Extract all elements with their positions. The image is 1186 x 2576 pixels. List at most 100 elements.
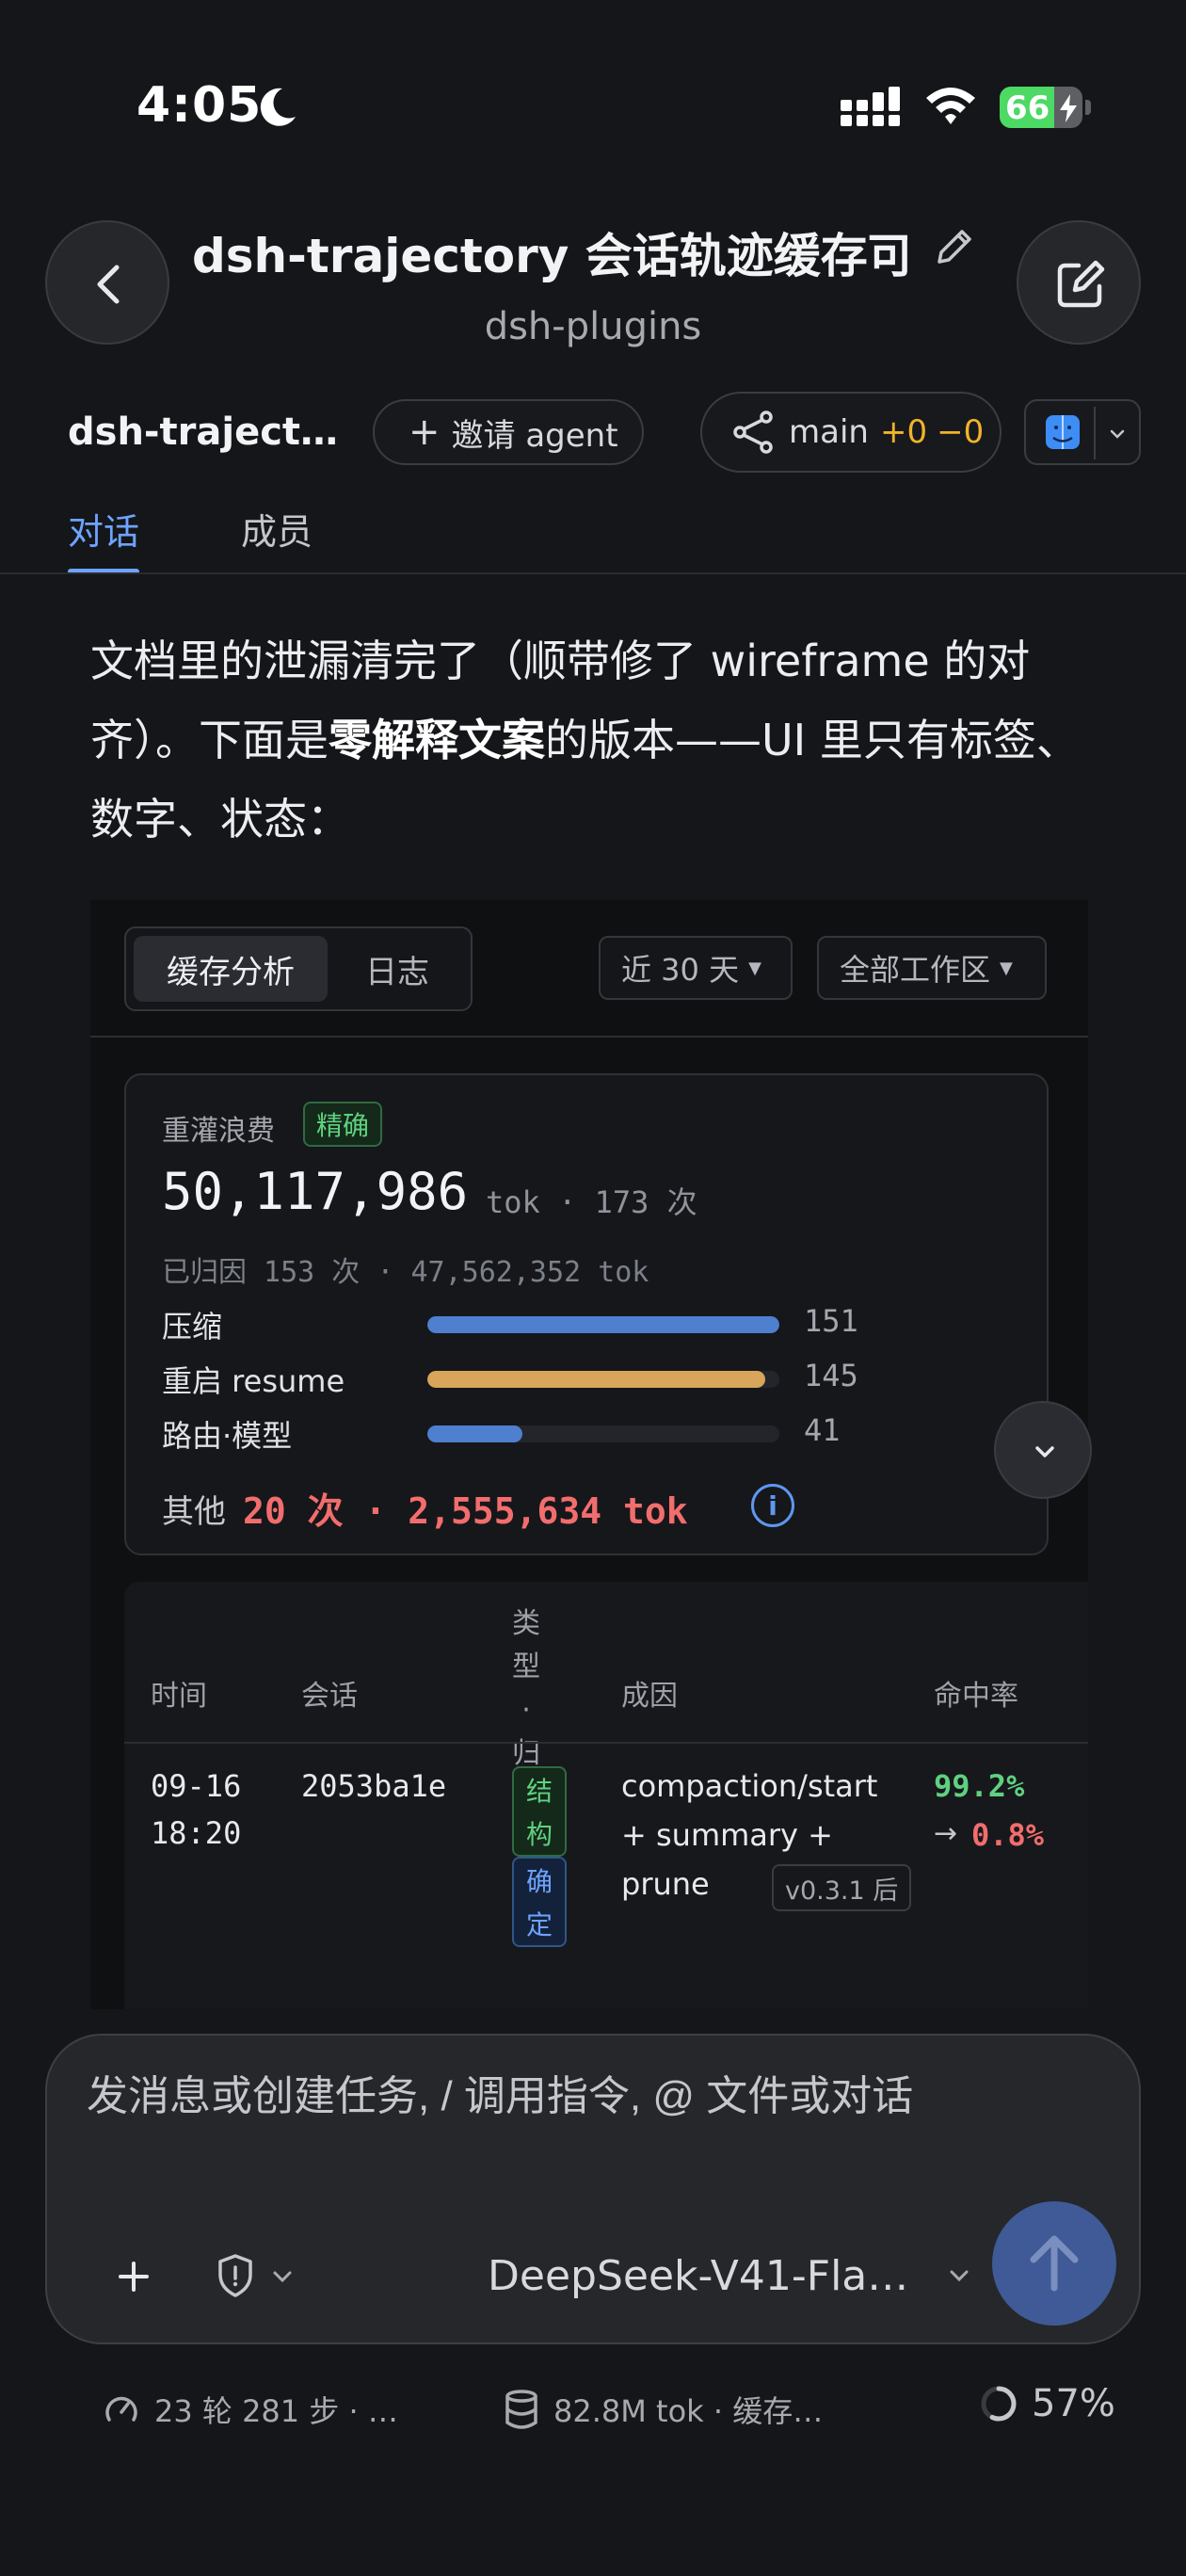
branch-button[interactable]: main +0 −0 — [700, 392, 1002, 473]
bar-track — [427, 1425, 779, 1442]
arrow-up-icon — [1030, 2235, 1079, 2292]
column-header-time: 时间 — [151, 1680, 207, 1713]
bar-label: 压缩 — [162, 1309, 223, 1344]
lines-added: +0 — [879, 413, 928, 451]
hit-rate-after: 0.8% — [971, 1817, 1045, 1853]
row-time: 18:20 — [151, 1815, 242, 1851]
card-label: 重灌浪费 — [162, 1115, 275, 1148]
segment-cache-analysis[interactable]: 缓存分析 — [134, 936, 328, 1002]
bar-fill — [427, 1371, 766, 1388]
cache-analysis-preview: 缓存分析 日志 近 30 天 ▼ 全部工作区 ▼ 重灌浪费 精确 50,117,… — [90, 900, 1088, 2009]
bar-label: 重启 resume — [162, 1363, 345, 1399]
range-dropdown[interactable]: 近 30 天 ▼ — [599, 936, 793, 1000]
add-attachment-button[interactable] — [107, 2250, 160, 2303]
shield-icon — [218, 2254, 252, 2297]
tabs-divider — [0, 572, 1186, 574]
events-table: 时间 会话 类型·归因 成因 命中率 09-16 18:20 2053ba1e … — [124, 1582, 1088, 2009]
workspace-value: 全部工作区 — [840, 952, 991, 988]
project-name[interactable]: dsh-traject… — [68, 411, 338, 454]
attribution-tag: 确定 — [512, 1857, 567, 1947]
bar-label: 路由·模型 — [162, 1418, 293, 1454]
hit-rate-before: 99.2% — [934, 1768, 1025, 1804]
chevron-down-icon — [950, 2270, 969, 2282]
bar-fill — [427, 1316, 779, 1333]
turns-steps-stat[interactable]: 23 轮 281 步 · … — [102, 2388, 398, 2431]
context-usage-value: 57% — [1032, 2382, 1115, 2425]
moon-icon — [254, 85, 299, 130]
other-label: 其他 — [162, 1493, 226, 1531]
token-stat[interactable]: 82.8M tok · 缓存… — [503, 2388, 823, 2431]
view-segmented-control: 缓存分析 日志 — [124, 926, 473, 1011]
message-text-bold: 零解释文案 — [329, 715, 545, 765]
context-usage-stat[interactable]: 57% — [979, 2382, 1115, 2425]
version-badge: v0.3.1 后 — [772, 1864, 912, 1911]
token-value: 82.8M tok · 缓存… — [553, 2393, 824, 2429]
segment-log[interactable]: 日志 — [328, 936, 467, 1002]
branch-name: main — [789, 413, 869, 451]
exact-badge: 精确 — [303, 1102, 383, 1147]
finder-icon — [1046, 415, 1080, 449]
rename-pencil-icon[interactable] — [932, 224, 977, 273]
workspace-dropdown[interactable]: 全部工作区 ▼ — [817, 936, 1047, 1000]
battery-level: 66 — [1005, 89, 1050, 127]
column-header-cause: 成因 — [621, 1680, 678, 1713]
row-cause-line: compaction/start — [621, 1768, 878, 1804]
row-cause-line: prune — [621, 1866, 710, 1902]
database-icon — [505, 2390, 537, 2429]
type-tag: 结构 — [512, 1766, 567, 1857]
assistant-message: 文档里的泄漏清完了（顺带修了 wireframe 的对齐）。下面是零解释文案的版… — [90, 621, 1107, 859]
bar-value: 41 — [804, 1412, 841, 1448]
plus-icon: + — [409, 411, 441, 454]
waste-total: 50,117,986 — [162, 1162, 469, 1221]
invite-agent-label: 邀请 agent — [451, 416, 618, 455]
range-value: 近 30 天 — [621, 952, 740, 988]
attributed-summary: 已归因 153 次 · 47,562,352 tok — [162, 1256, 649, 1289]
page-title: dsh-trajectory 会话轨迹缓存可… — [192, 229, 907, 283]
chevron-left-icon — [97, 265, 120, 304]
column-header-session: 会话 — [301, 1680, 358, 1713]
branch-icon — [733, 411, 773, 454]
model-name: DeepSeek-V41-Fla… — [488, 2251, 909, 2300]
caret-down-icon: ▼ — [748, 958, 761, 978]
bar-value: 151 — [804, 1303, 858, 1339]
message-input[interactable] — [87, 2073, 1084, 2120]
bar-track — [427, 1371, 779, 1388]
row-cause-line: + summary + — [621, 1817, 833, 1853]
waste-total-unit: tok · 173 次 — [486, 1184, 697, 1220]
battery-icon: 66 — [1000, 87, 1091, 128]
composer: DeepSeek-V41-Fla… — [45, 2034, 1141, 2344]
panel-divider — [90, 1036, 1088, 1038]
model-selector[interactable]: DeepSeek-V41-Fla… — [488, 2237, 1015, 2314]
new-conversation-button[interactable] — [1017, 220, 1141, 345]
compose-icon — [1057, 260, 1105, 308]
chevron-down-icon — [1110, 429, 1125, 439]
gauge-icon — [105, 2396, 137, 2422]
tab-members[interactable]: 成员 — [241, 503, 313, 555]
plus-icon — [119, 2262, 149, 2292]
status-time: 4:05 — [136, 77, 263, 134]
bar-fill — [427, 1425, 522, 1442]
refill-waste-card: 重灌浪费 精确 50,117,986 tok · 173 次 已归因 153 次… — [124, 1073, 1049, 1555]
tab-chat[interactable]: 对话 — [68, 503, 139, 555]
scroll-to-bottom-button[interactable] — [994, 1401, 1092, 1499]
permission-mode-button[interactable] — [215, 2248, 309, 2305]
caret-down-icon: ▼ — [1000, 958, 1013, 978]
open-in-app-button[interactable] — [1024, 399, 1141, 465]
bar-value: 145 — [804, 1358, 858, 1393]
send-button[interactable] — [992, 2201, 1116, 2326]
row-session: 2053ba1e — [301, 1768, 447, 1804]
column-header-hit-rate: 命中率 — [934, 1680, 1018, 1713]
lines-removed: −0 — [937, 413, 985, 451]
signal-icon — [841, 87, 906, 128]
wifi-icon — [922, 83, 979, 128]
chevron-down-icon — [273, 2271, 292, 2283]
other-value: 20 次 · 2,555,634 tok — [243, 1490, 688, 1532]
page-subtitle: dsh-plugins — [484, 305, 702, 348]
info-icon[interactable]: i — [751, 1484, 794, 1527]
bar-track — [427, 1316, 779, 1333]
turns-steps-value: 23 轮 281 步 · … — [154, 2393, 398, 2429]
invite-agent-button[interactable]: + 邀请 agent — [373, 399, 644, 465]
row-date: 09-16 — [151, 1768, 242, 1804]
chevron-down-icon — [1035, 1446, 1054, 1457]
arrow-right-icon: → — [934, 1817, 958, 1850]
